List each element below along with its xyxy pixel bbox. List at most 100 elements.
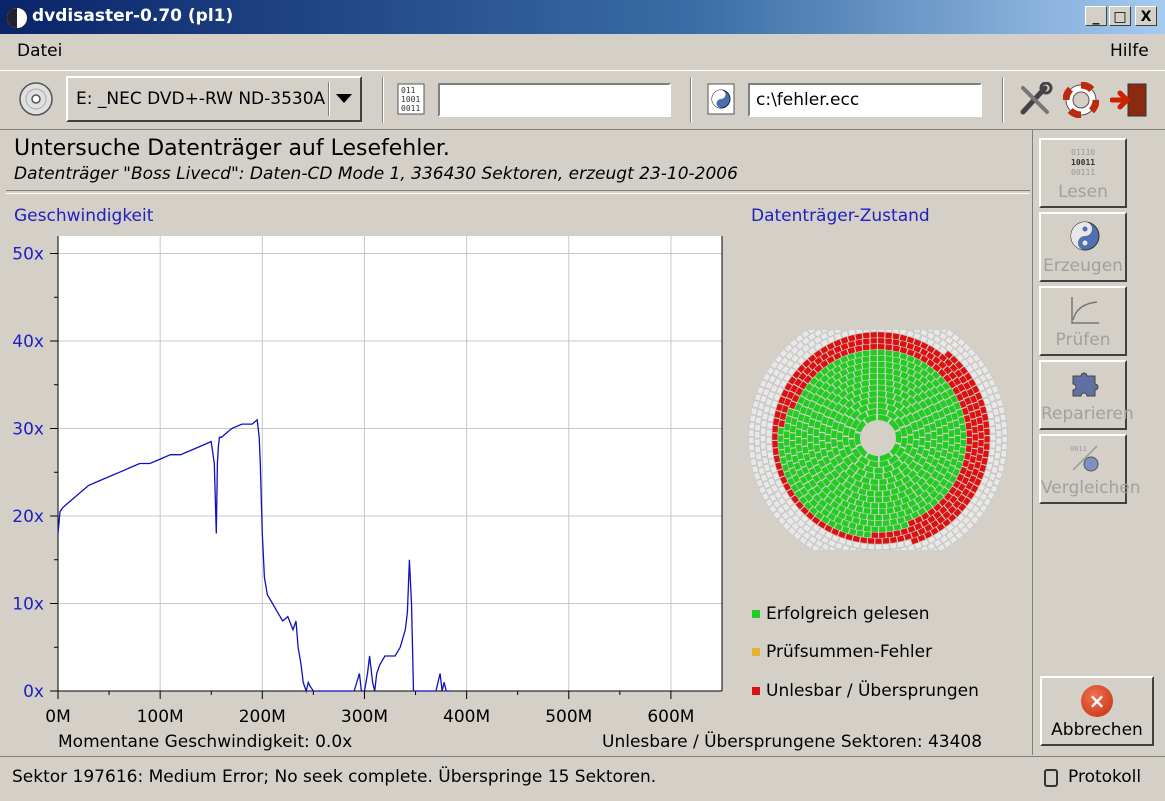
disc-sector — [887, 507, 894, 513]
disc-sector — [886, 386, 894, 393]
y-tick-label: 40x — [12, 332, 44, 352]
disc-sector — [815, 452, 822, 460]
disc-sector — [754, 439, 760, 445]
disc-sector — [875, 473, 883, 479]
disc-sector — [838, 423, 845, 432]
disc-sector — [990, 427, 996, 434]
disc-sector — [894, 499, 902, 506]
menu-file[interactable]: Datei — [17, 41, 62, 61]
disc-sector — [886, 374, 894, 380]
ecc-file-icon[interactable] — [706, 83, 738, 115]
disc-sector — [825, 426, 831, 434]
disc-sector — [894, 506, 902, 513]
maximize-button[interactable]: □ — [1109, 6, 1131, 26]
abort-button[interactable]: × Abbrechen — [1040, 676, 1154, 746]
exit-door-icon[interactable] — [1110, 82, 1150, 118]
disc-state-label: Datenträger-Zustand — [751, 206, 930, 226]
disc-sector — [878, 332, 884, 337]
disc-sector — [784, 439, 790, 446]
disc-sector — [787, 461, 794, 469]
disc-sector — [901, 522, 909, 529]
disc-sector — [920, 330, 928, 336]
disc-sector — [761, 420, 767, 427]
disc-sector — [886, 368, 893, 374]
disc-sector — [906, 330, 914, 337]
verify-button[interactable]: Prüfen — [1039, 286, 1127, 356]
close-button[interactable]: X — [1135, 6, 1157, 26]
disc-sector — [804, 454, 811, 462]
menu-help[interactable]: Hilfe — [1110, 41, 1149, 61]
disc-sector — [890, 519, 897, 525]
image-file-input[interactable] — [440, 85, 669, 115]
disc-sector — [984, 443, 990, 450]
disc-sector — [778, 435, 783, 442]
disc-sector — [966, 445, 972, 452]
disc-sector — [814, 421, 821, 429]
yin-yang-icon — [1069, 220, 1101, 252]
compare-button[interactable]: 0011 Vergleichen — [1039, 434, 1127, 504]
disc-sector — [878, 356, 885, 362]
disc-sector — [878, 373, 885, 379]
disc-sector — [942, 442, 948, 449]
disc-sector — [869, 397, 877, 403]
disc-sector — [792, 410, 799, 418]
read-button[interactable]: 01110 10011 00111 Lesen — [1039, 138, 1127, 208]
disc-sector — [885, 330, 892, 332]
minimize-button[interactable]: _ — [1085, 6, 1107, 26]
disc-sector — [856, 330, 863, 334]
log-button[interactable]: Protokoll — [1040, 763, 1158, 795]
disc-sector — [886, 392, 895, 399]
disc-sector — [773, 418, 779, 425]
chevron-down-icon[interactable] — [336, 94, 352, 103]
image-file-icon[interactable]: 011 1001 0011 — [396, 83, 428, 115]
disc-sector — [988, 456, 994, 463]
disc-sector — [966, 423, 972, 430]
disc-sector — [760, 435, 765, 441]
disc-sector — [749, 422, 755, 429]
page-title: Untersuche Datenträger auf Lesefehler. — [14, 136, 450, 161]
preferences-tools-icon[interactable] — [1017, 82, 1053, 118]
y-tick-label: 50x — [12, 245, 44, 265]
disc-sector — [996, 438, 1001, 444]
disc-sector — [883, 538, 890, 544]
help-lifebuoy-icon[interactable] — [1063, 82, 1099, 118]
disc-sector — [886, 380, 894, 387]
disc-sector — [942, 426, 948, 433]
disc-sector — [947, 422, 953, 429]
disc-sector — [860, 537, 867, 543]
disc-sector — [847, 366, 855, 373]
ecc-file-input[interactable] — [750, 85, 980, 115]
ecc-file-field[interactable] — [748, 83, 982, 117]
disc-sector — [971, 419, 977, 426]
disc-sector — [892, 333, 899, 339]
disc-sector — [785, 454, 792, 461]
disc-sector — [960, 440, 966, 447]
disc-sector — [858, 488, 866, 495]
disc-sector — [778, 443, 784, 450]
disc-sector — [755, 424, 761, 431]
disc-sector — [998, 465, 1005, 472]
disc-sector — [774, 411, 781, 418]
disc-sector — [802, 431, 808, 438]
disc-sector — [913, 330, 921, 333]
disc-sector — [790, 426, 796, 433]
create-button[interactable]: Erzeugen — [1039, 212, 1127, 282]
disc-sector — [958, 454, 965, 461]
disc-sector — [757, 460, 764, 467]
disc-sector — [852, 517, 860, 524]
disc-sector — [878, 403, 887, 409]
disc-sector — [962, 407, 969, 415]
repair-button[interactable]: Reparieren — [1039, 360, 1127, 430]
disc-sector — [782, 464, 789, 472]
disc-sector — [796, 429, 802, 436]
disc-sector — [868, 538, 875, 544]
drive-select[interactable]: E: _NEC DVD+-RW ND-3530A — [66, 76, 362, 122]
disc-sector — [875, 515, 882, 520]
disc-sector — [856, 506, 864, 513]
disc-sector — [885, 332, 892, 338]
disc-sector — [864, 532, 871, 538]
disc-sector — [828, 546, 836, 550]
disc-sector — [878, 338, 885, 343]
disc-sector — [832, 421, 839, 430]
image-file-field[interactable] — [438, 83, 671, 117]
